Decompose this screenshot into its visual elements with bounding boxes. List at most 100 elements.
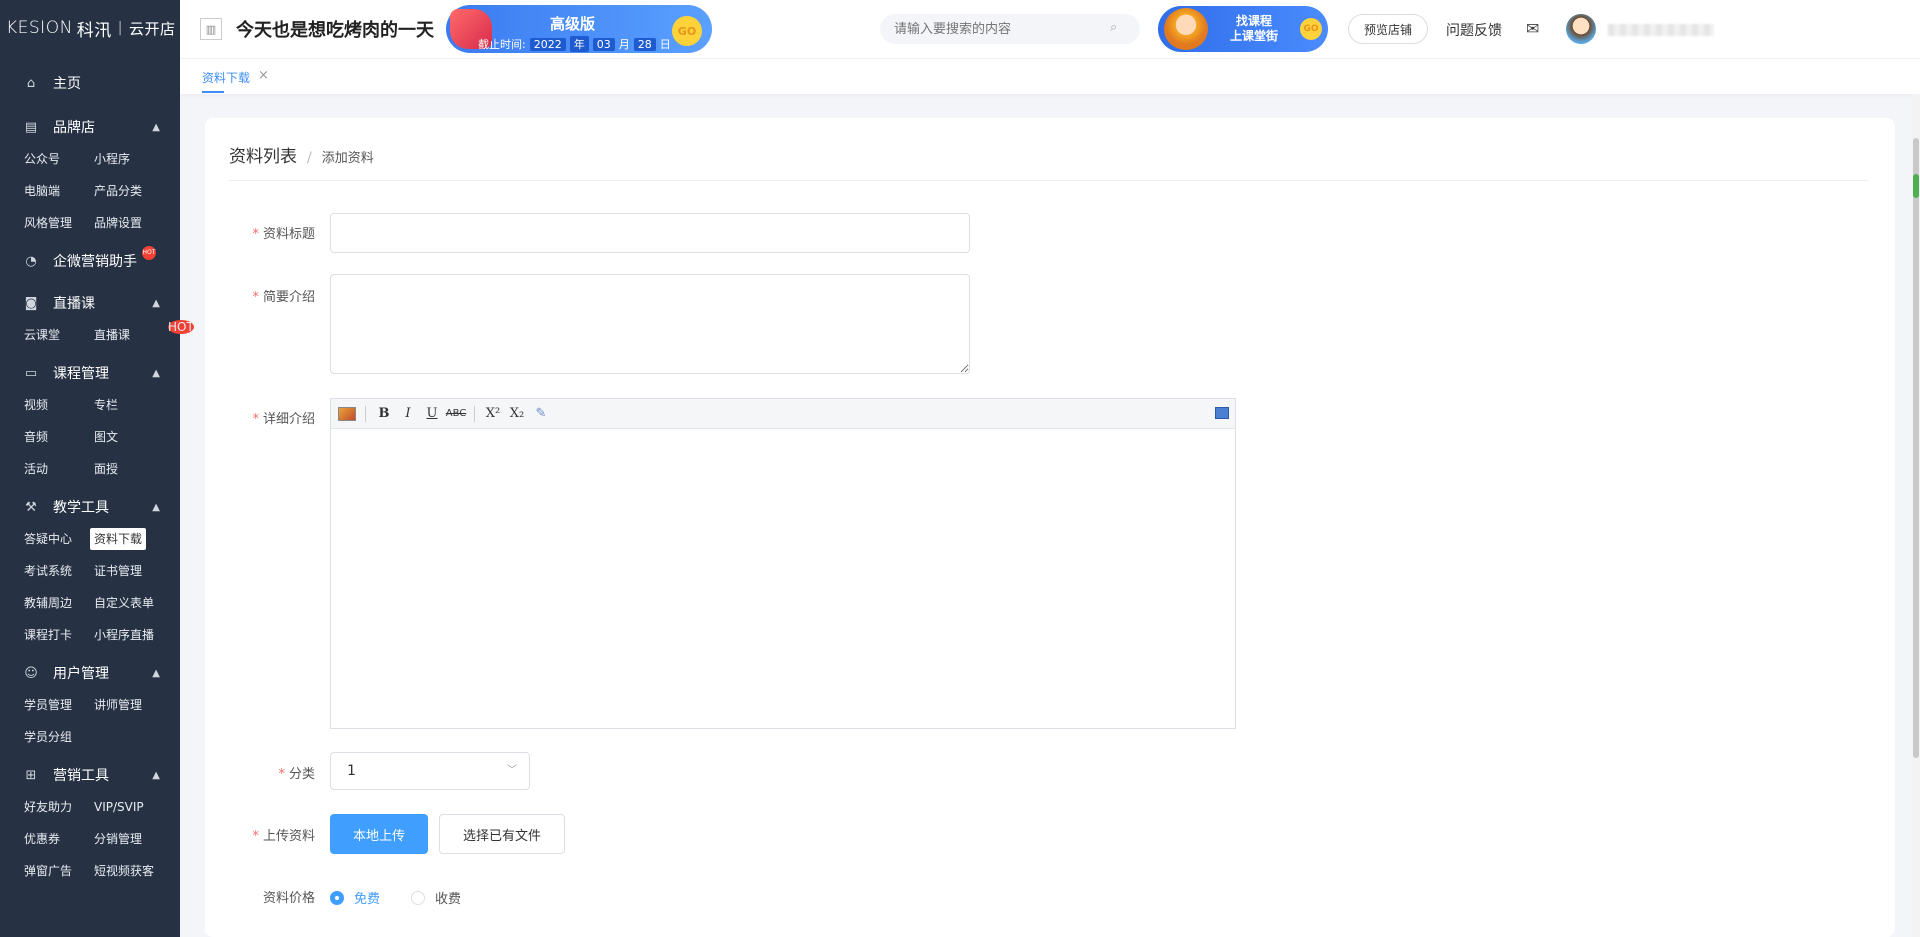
course-banner-line1: 找课程	[1236, 14, 1273, 28]
sidebar-item-popup-ads[interactable]: 弹窗广告	[24, 860, 94, 882]
sidebar-item-cloud-classroom[interactable]: 云课堂	[24, 324, 94, 346]
select-existing-file-button[interactable]: 选择已有文件	[439, 814, 565, 854]
sidebar-group-course-mgmt[interactable]: ▭ 课程管理 ▲	[0, 358, 180, 388]
course-banner-line2: 上课堂街	[1230, 29, 1279, 43]
insert-image-icon[interactable]	[337, 404, 357, 424]
sidebar-item-students[interactable]: 学员管理	[24, 694, 94, 716]
sidebar-item-mini-live[interactable]: 小程序直播	[94, 624, 184, 646]
preview-shop-button[interactable]: 预览店铺	[1348, 14, 1428, 44]
sidebar-item-student-groups[interactable]: 学员分组	[24, 726, 94, 748]
price-free-radio[interactable]: 免费	[330, 888, 380, 907]
sidebar-item-qa-center[interactable]: 答疑中心	[24, 528, 94, 550]
radio-checked-icon	[330, 890, 344, 905]
sidebar-item-downloads[interactable]: 资料下载	[90, 528, 147, 550]
sidebar-item-teaching-aids[interactable]: 教辅周边	[24, 592, 94, 614]
feedback-link[interactable]: 问题反馈	[1446, 20, 1502, 40]
course-street-banner[interactable]: 找课程 上课堂街 GO	[1158, 6, 1328, 52]
expiry-date: 截止时间: 2022 年 03 月 28 日	[478, 36, 671, 52]
subscript-icon[interactable]: X₂	[507, 404, 527, 424]
bold-icon[interactable]: B	[374, 404, 394, 424]
sidebar-group-marketing[interactable]: ⊞ 营销工具 ▲	[0, 760, 180, 790]
sidebar-item-check-in[interactable]: 课程打卡	[24, 624, 94, 646]
breadcrumb-parent[interactable]: 资料列表	[229, 147, 297, 167]
sidebar-item-vip[interactable]: VIP/SVIP	[94, 796, 184, 818]
sidebar-item-friend-help[interactable]: 好友助力	[24, 796, 94, 818]
document-icon: ▭	[24, 365, 38, 381]
sidebar-item-home[interactable]: ⌂ 主页	[0, 68, 180, 98]
eraser-icon[interactable]: ✎	[531, 404, 551, 424]
sidebar-group-brand-store[interactable]: ▤ 品牌店 ▲	[0, 112, 180, 142]
sidebar-item-label: 企微营销助手	[53, 254, 137, 270]
sidebar-item-product-category[interactable]: 产品分类	[94, 180, 184, 202]
intro-textarea[interactable]	[330, 274, 970, 374]
edition-promo-banner[interactable]: 高级版 截止时间: 2022 年 03 月 28 日 GO	[446, 5, 712, 53]
breadcrumb-current: 添加资料	[321, 151, 374, 166]
sidebar-group-live[interactable]: ◙ 直播课 ▲	[0, 288, 180, 318]
italic-icon[interactable]: I	[398, 404, 418, 424]
sidebar-item-coupons[interactable]: 优惠券	[24, 828, 94, 850]
price-paid-radio[interactable]: 收费	[411, 888, 461, 907]
scrollbar-thumb[interactable]	[1913, 138, 1919, 758]
logo-product: 云开店	[129, 19, 176, 38]
sidebar-item-short-video[interactable]: 短视频获客	[94, 860, 184, 882]
sidebar-item-pc[interactable]: 电脑端	[24, 180, 94, 202]
local-upload-button[interactable]: 本地上传	[330, 814, 428, 854]
title-input[interactable]	[330, 213, 970, 253]
price-free-label: 免费	[354, 892, 381, 907]
sidebar-item-exam[interactable]: 考试系统	[24, 560, 94, 582]
sidebar-item-official-account[interactable]: 公众号	[24, 148, 94, 170]
expiry-year-unit: 年	[569, 36, 589, 52]
sidebar-item-article[interactable]: 图文	[94, 426, 184, 448]
sidebar-item-mini-program[interactable]: 小程序	[94, 148, 184, 170]
user-icon: ☺	[24, 665, 38, 681]
sidebar-item-activity[interactable]: 活动	[24, 458, 94, 480]
sidebar-item-style[interactable]: 风格管理	[24, 212, 94, 234]
required-mark: *	[252, 227, 259, 242]
sidebar-group-label: 直播课	[53, 296, 95, 312]
price-paid-label: 收费	[435, 892, 462, 907]
avatar[interactable]	[1566, 14, 1596, 44]
editor-content[interactable]	[331, 429, 1235, 729]
superscript-icon[interactable]: X²	[483, 404, 503, 424]
sidebar-item-audio[interactable]: 音频	[24, 426, 94, 448]
sidebar-item-live-course[interactable]: 直播课 HOT	[94, 320, 194, 346]
underline-icon[interactable]: U	[422, 404, 442, 424]
search-input[interactable]	[880, 14, 1140, 44]
hot-badge: HOT	[168, 320, 194, 334]
scrollbar[interactable]	[1912, 94, 1920, 937]
sidebar-item-distribution[interactable]: 分销管理	[94, 828, 184, 850]
sidebar-item-custom-form[interactable]: 自定义表单	[94, 592, 184, 614]
fullscreen-icon[interactable]	[1215, 407, 1229, 419]
sidebar-item-certificate[interactable]: 证书管理	[94, 560, 184, 582]
sidebar-item-video[interactable]: 视频	[24, 394, 94, 416]
toolbox-icon: ⚒	[25, 499, 37, 515]
username-blurred[interactable]	[1608, 24, 1714, 36]
promo-go-button[interactable]: GO	[672, 16, 702, 46]
price-label: 资料价格	[205, 887, 315, 906]
sidebar-item-column[interactable]: 专栏	[94, 394, 184, 416]
intro-label-text: 简要介绍	[262, 290, 315, 305]
sidebar-group-user-mgmt[interactable]: ☺ 用户管理 ▲	[0, 658, 180, 688]
divider	[229, 180, 1869, 181]
expiry-day: 28	[633, 37, 656, 51]
sidebar-group-teaching-tools[interactable]: ⚒ 教学工具 ▲	[0, 492, 180, 522]
upload-label: * 上传资料	[205, 825, 315, 844]
sidebar-item-wecom[interactable]: ◔ 企微营销助手 HOT	[0, 246, 180, 276]
sidebar-item-offline[interactable]: 面授	[94, 458, 184, 480]
strikethrough-icon[interactable]: ABC	[446, 404, 467, 424]
price-label-text: 资料价格	[262, 891, 315, 906]
logo-brand-cn: 科汛	[76, 20, 112, 41]
category-select[interactable]: 1 ﹀	[330, 752, 530, 790]
sidebar-item-lecturers[interactable]: 讲师管理	[94, 694, 184, 716]
close-icon[interactable]: ×	[258, 68, 269, 83]
search-icon[interactable]: ⌕	[1110, 20, 1117, 35]
toolbar-separator	[474, 405, 475, 422]
course-go-button[interactable]: GO	[1300, 18, 1322, 40]
sidebar-group-label: 品牌店	[53, 120, 95, 136]
chevron-up-icon: ▲	[152, 769, 160, 781]
tab-downloads[interactable]: 资料下载	[202, 69, 250, 86]
chevron-up-icon: ▲	[152, 367, 160, 379]
mail-icon[interactable]: ✉	[1526, 19, 1539, 38]
chevron-down-icon: ﹀	[507, 765, 517, 776]
sidebar-item-brand-settings[interactable]: 品牌设置	[94, 212, 184, 234]
